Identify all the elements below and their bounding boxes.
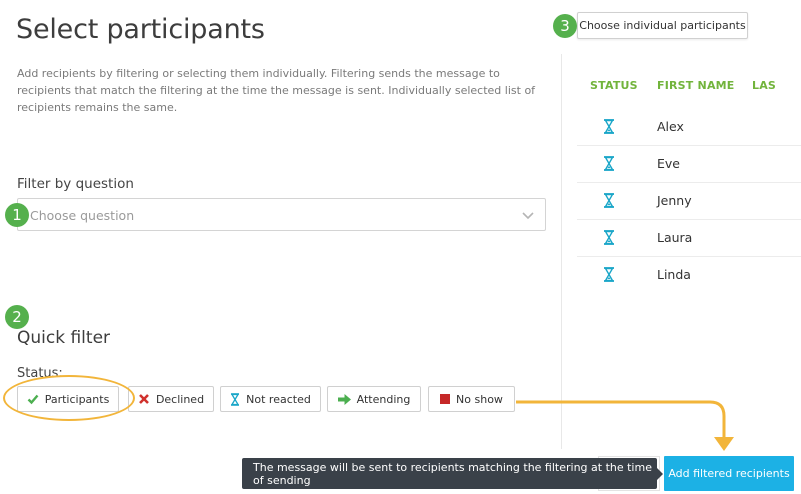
participant-first-name: Eve bbox=[657, 156, 680, 171]
filter-not-reacted-label: Not reacted bbox=[246, 392, 311, 406]
arrow-right-icon bbox=[337, 393, 351, 405]
page-description: Add recipients by filtering or selecting… bbox=[17, 67, 536, 114]
tooltip-pointer bbox=[657, 468, 663, 480]
participant-first-name: Laura bbox=[657, 230, 693, 245]
hourglass-icon bbox=[604, 267, 614, 282]
quick-filter-title: Quick filter bbox=[17, 328, 111, 348]
hourglass-icon bbox=[604, 119, 614, 134]
x-icon bbox=[139, 394, 149, 404]
guide-arrow bbox=[516, 400, 734, 451]
info-tooltip-text: The message will be sent to recipients m… bbox=[253, 460, 652, 487]
participant-first-name: Alex bbox=[657, 119, 684, 134]
participant-first-name: Jenny bbox=[657, 193, 692, 208]
choose-question-select[interactable]: Choose question bbox=[17, 198, 546, 231]
step-badge-2: 2 bbox=[5, 305, 29, 329]
step-badge-1: 1 bbox=[5, 203, 29, 227]
hourglass-icon bbox=[604, 230, 614, 245]
highlight-ring bbox=[3, 375, 135, 421]
filter-no-show-button[interactable]: No show bbox=[428, 386, 515, 412]
filter-attending-label: Attending bbox=[356, 392, 411, 406]
filter-no-show-label: No show bbox=[456, 392, 503, 406]
step-badge-3: 3 bbox=[553, 14, 577, 38]
filter-not-reacted-button[interactable]: Not reacted bbox=[220, 386, 321, 412]
participant-row[interactable]: Laura bbox=[577, 220, 801, 257]
filter-declined-button[interactable]: Declined bbox=[128, 386, 214, 412]
chevron-down-icon bbox=[522, 212, 534, 220]
filter-declined-label: Declined bbox=[155, 392, 205, 406]
participant-row[interactable]: Linda bbox=[577, 257, 801, 294]
add-filtered-recipients-label: Add filtered recipients bbox=[668, 467, 790, 480]
hourglass-icon bbox=[604, 193, 614, 208]
participant-first-name: Linda bbox=[657, 267, 691, 282]
choose-individual-participants-label: Choose individual participants bbox=[579, 19, 746, 32]
filter-by-question-label: Filter by question bbox=[17, 176, 134, 192]
column-divider bbox=[561, 54, 562, 449]
page-title: Select participants bbox=[16, 14, 265, 45]
filter-attending-button[interactable]: Attending bbox=[327, 386, 421, 412]
add-filtered-recipients-button[interactable]: Add filtered recipients bbox=[664, 456, 794, 491]
square-icon bbox=[440, 394, 451, 404]
column-header-first-name[interactable]: FIRST NAME bbox=[657, 79, 735, 92]
column-header-status[interactable]: STATUS bbox=[590, 79, 638, 92]
column-header-last-name[interactable]: LAS bbox=[752, 79, 776, 92]
info-tooltip: The message will be sent to recipients m… bbox=[242, 458, 657, 489]
participant-row[interactable]: Jenny bbox=[577, 183, 801, 220]
choose-question-placeholder: Choose question bbox=[30, 208, 135, 223]
participant-row[interactable]: Eve bbox=[577, 146, 801, 183]
hourglass-icon bbox=[231, 392, 240, 406]
hourglass-icon bbox=[604, 156, 614, 171]
choose-individual-participants-button[interactable]: Choose individual participants bbox=[577, 12, 748, 39]
participant-row[interactable]: Alex bbox=[577, 109, 801, 146]
